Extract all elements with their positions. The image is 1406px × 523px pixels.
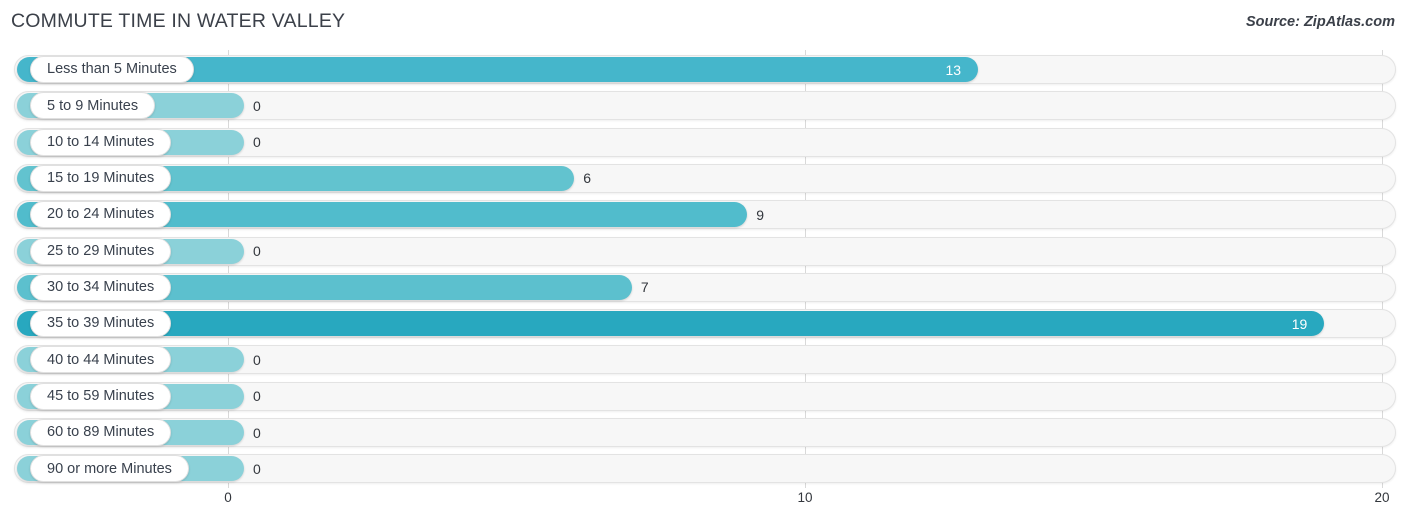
bar-row[interactable]: 45 to 59 Minutes 0 [14,381,1396,411]
bar-row[interactable]: 40 to 44 Minutes 0 [14,345,1396,375]
bar-category-label: 20 to 24 Minutes [30,201,172,229]
bar-value-label: 0 [253,134,261,151]
x-axis: 0 10 20 [0,488,1406,523]
bar-category-label-text: 60 to 89 Minutes [47,424,155,441]
bar-category-label-text: 15 to 19 Minutes [47,170,155,187]
bar-category-label: 30 to 34 Minutes [30,273,172,301]
bar-category-label: 40 to 44 Minutes [30,346,172,374]
x-tick-label: 0 [224,490,232,505]
bar-row[interactable]: 90 or more Minutes 0 [14,454,1396,484]
bar-value-label: 0 [253,97,261,114]
bar-value-label: 6 [583,170,591,187]
x-tick-label: 10 [797,490,813,505]
page-title: COMMUTE TIME IN WATER VALLEY [11,10,346,32]
bar-row[interactable]: 60 to 89 Minutes 0 [14,418,1396,447]
bar-row[interactable]: 30 to 34 Minutes 7 [14,272,1396,302]
bar-value-label: 19 [1291,315,1308,332]
bar-category-label-text: 90 or more Minutes [47,460,172,477]
bar-row[interactable]: 35 to 39 Minutes 19 [14,309,1396,339]
bar-category-label-text: 45 to 59 Minutes [47,387,155,404]
bar-category-label-text: 40 to 44 Minutes [47,351,155,368]
bar-row[interactable]: 20 to 24 Minutes 9 [14,200,1396,230]
bar-value-label: 9 [756,206,765,223]
plot-area: Less than 5 Minutes 13 5 to 9 Minutes 0 10 t… [0,50,1406,488]
bar-value-label: 0 [253,243,261,259]
bar-value-label: 7 [640,279,649,296]
bar-category-label-text: 20 to 24 Minutes [47,206,155,223]
bar-category-label: 90 or more Minutes [30,455,189,483]
bar-value-label: 0 [253,460,261,477]
bar-category-label-text: 10 to 14 Minutes [47,133,155,150]
bar-category-label: 60 to 89 Minutes [30,419,172,446]
bar-category-label-text: 5 to 9 Minutes [47,97,139,114]
bar-value-label: 0 [253,388,261,405]
bar-row[interactable]: 15 to 19 Minutes 6 [14,163,1396,193]
bar-category-label: 25 to 29 Minutes [30,237,172,265]
bar-value-label: 0 [253,424,261,441]
source-attribution: Source: ZipAtlas.com [1245,14,1395,30]
bar-row[interactable]: 25 to 29 Minutes 0 [14,236,1396,266]
bar-row[interactable]: 5 to 9 Minutes 0 [14,91,1396,121]
bar-category-label: 10 to 14 Minutes [30,128,172,156]
bar-category-label-text: 30 to 34 Minutes [47,279,155,296]
bar-category-label: 45 to 59 Minutes [30,382,172,410]
bar-value-label: 13 [945,61,962,78]
chart-page: COMMUTE TIME IN WATER VALLEY Source: Zip… [0,0,1406,523]
x-tick-label: 20 [1374,490,1390,505]
bar-row[interactable]: 10 to 14 Minutes 0 [14,127,1396,157]
bar-category-label: 15 to 19 Minutes [30,164,172,192]
bar-category-label: 5 to 9 Minutes [30,92,156,120]
bar-category-label-text: 25 to 29 Minutes [47,242,155,259]
bar-value-label: 0 [253,351,261,368]
bar-row[interactable]: Less than 5 Minutes 13 [14,55,1396,84]
